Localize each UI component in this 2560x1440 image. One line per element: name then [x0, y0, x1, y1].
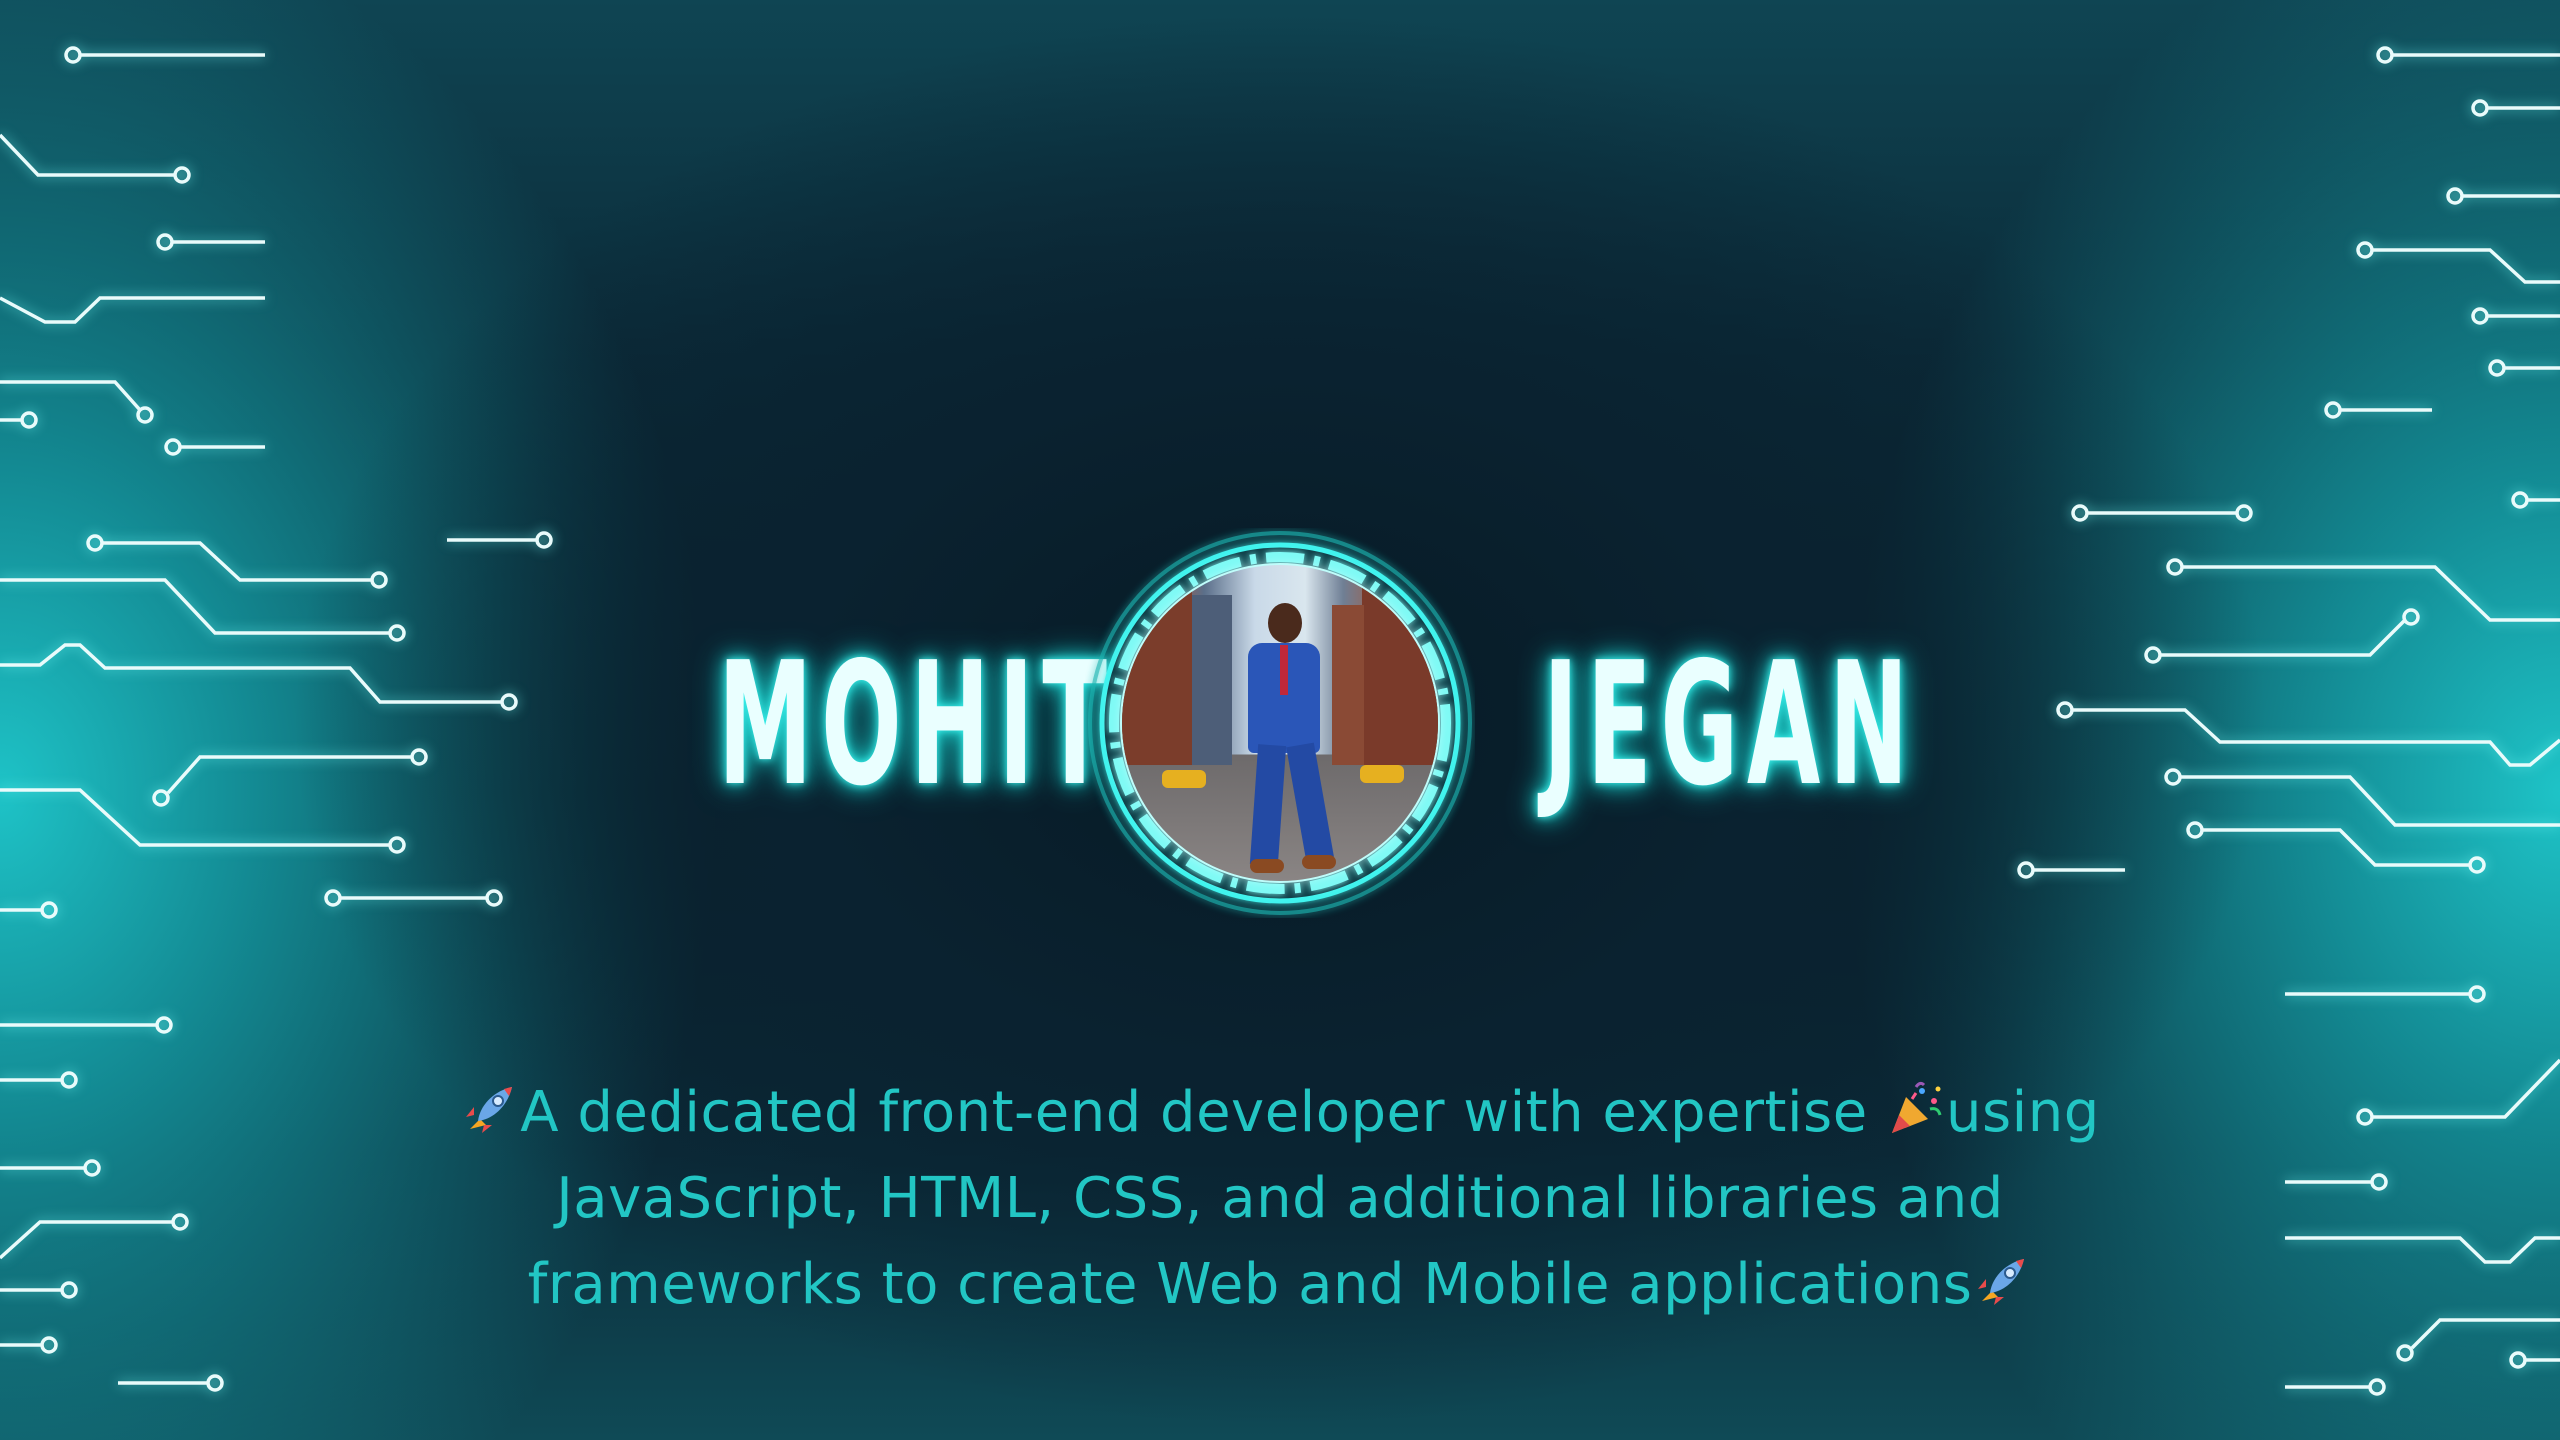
profile-photo: [1122, 565, 1438, 881]
bio-line-3: frameworks to create Web and Mobile appl…: [400, 1242, 2160, 1328]
rocket-icon: [466, 1087, 513, 1133]
bio-line-1-start: A dedicated front-end developer with exp…: [520, 1080, 1886, 1145]
last-name-heading: JEGAN: [1543, 626, 1918, 824]
bio-line-1: A dedicated front-end developer with exp…: [400, 1070, 2160, 1156]
rocket-icon: [1978, 1259, 2025, 1305]
bio-line-2: JavaScript, HTML, CSS, and additional li…: [556, 1166, 2004, 1231]
bio-line-3-text: frameworks to create Web and Mobile appl…: [527, 1252, 1973, 1317]
bio-text: A dedicated front-end developer with exp…: [400, 1070, 2160, 1328]
party-popper-icon: [1891, 1081, 1942, 1133]
avatar: [1085, 528, 1475, 918]
bio-line-1-end: using: [1945, 1080, 2100, 1145]
